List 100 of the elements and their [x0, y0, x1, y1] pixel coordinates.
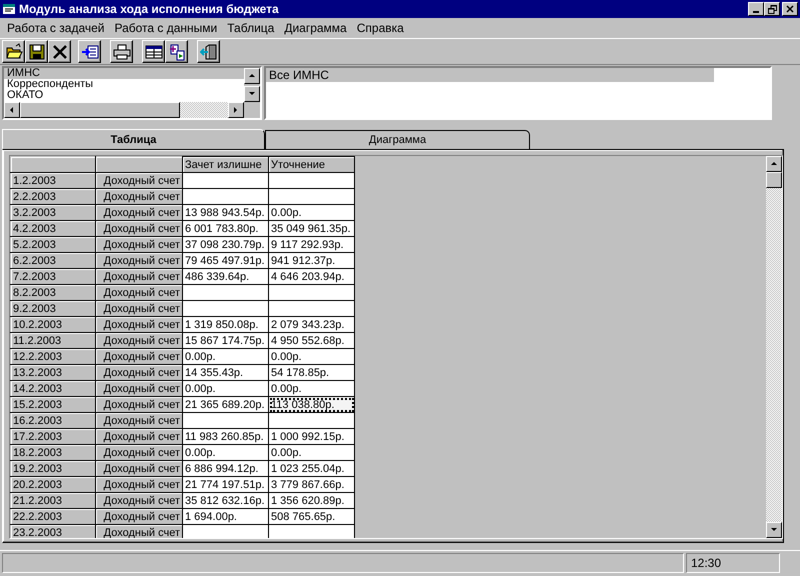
- list-item[interactable]: Корреспонденты: [4, 79, 244, 90]
- scroll-up-button[interactable]: [244, 68, 260, 84]
- row-header: Доходный счет: [96, 460, 182, 476]
- row-header: 1.2.2003: [10, 172, 96, 188]
- table-cell[interactable]: 4 950 552.68р.: [268, 332, 354, 348]
- table-cell[interactable]: 79 465 497.91р.: [182, 252, 268, 268]
- row-header: 21.2.2003: [10, 492, 96, 508]
- print-icon: [112, 42, 130, 60]
- table-cell[interactable]: 21 774 197.51р.: [182, 476, 268, 492]
- minimize-button[interactable]: [748, 2, 764, 16]
- row-header: Доходный счет: [96, 332, 182, 348]
- table-cell[interactable]: 1 000 992.15р.: [268, 428, 354, 444]
- menu-item[interactable]: Работа с данными: [109, 21, 222, 35]
- table-cell[interactable]: 3 779 867.66р.: [268, 476, 354, 492]
- table-cell[interactable]: 1 356 620.89р.: [268, 492, 354, 508]
- table-cell[interactable]: 113 038.80р.: [268, 396, 354, 412]
- toolbar-button[interactable]: [197, 40, 220, 63]
- toolbar-button[interactable]: [78, 40, 101, 63]
- row-header: 14.2.2003: [10, 380, 96, 396]
- toolbar-button[interactable]: [2, 40, 25, 63]
- table-cell[interactable]: [182, 412, 268, 428]
- list-item[interactable]: ОКАТО: [4, 90, 244, 101]
- table-cell[interactable]: 35 812 632.16р.: [182, 492, 268, 508]
- table-cell[interactable]: [268, 188, 354, 204]
- table-cell[interactable]: 21 365 689.20р.: [182, 396, 268, 412]
- table-cell[interactable]: 13 988 943.54р.: [182, 204, 268, 220]
- table-cell[interactable]: 0.00р.: [182, 380, 268, 396]
- table-cell[interactable]: 37 098 230.79р.: [182, 236, 268, 252]
- scroll-thumb[interactable]: [20, 102, 180, 118]
- filter-list[interactable]: ИМНС Корреспонденты ОКАТО: [2, 66, 262, 120]
- table-cell[interactable]: 4 646 203.94р.: [268, 268, 354, 284]
- down-arrow-icon: [770, 526, 778, 534]
- value-list[interactable]: Все ИМНС: [264, 66, 772, 120]
- list-item[interactable]: ИМНС: [4, 68, 244, 79]
- table-cell[interactable]: 0.00р.: [268, 348, 354, 364]
- table-cell[interactable]: [268, 412, 354, 428]
- row-header: Доходный счет: [96, 172, 182, 188]
- restore-button[interactable]: [764, 2, 780, 16]
- row-header: 6.2.2003: [10, 252, 96, 268]
- table-cell[interactable]: [182, 188, 268, 204]
- table-cell[interactable]: 9 117 292.93р.: [268, 236, 354, 252]
- table-cell[interactable]: [268, 524, 354, 538]
- scroll-down-button[interactable]: [766, 522, 782, 538]
- table-cell[interactable]: 54 178.85р.: [268, 364, 354, 380]
- list-item[interactable]: Все ИМНС: [266, 68, 714, 82]
- scroll-thumb[interactable]: [766, 172, 782, 188]
- scroll-right-button[interactable]: [228, 102, 244, 118]
- row-header: Доходный счет: [96, 476, 182, 492]
- table-cell[interactable]: [268, 300, 354, 316]
- save-icon: [28, 42, 46, 60]
- table-cell[interactable]: 508 765.65р.: [268, 508, 354, 524]
- close-button[interactable]: [782, 2, 798, 16]
- table-cell[interactable]: [182, 172, 268, 188]
- table-cell[interactable]: 35 049 961.35р.: [268, 220, 354, 236]
- table-cell[interactable]: 15 867 174.75р.: [182, 332, 268, 348]
- row-header: 8.2.2003: [10, 284, 96, 300]
- table-cell[interactable]: 1 023 255.04р.: [268, 460, 354, 476]
- row-header: Доходный счет: [96, 268, 182, 284]
- table-cell[interactable]: 0.00р.: [182, 444, 268, 460]
- table-cell[interactable]: 941 912.37р.: [268, 252, 354, 268]
- row-header: Доходный счет: [96, 396, 182, 412]
- toolbar-button[interactable]: [48, 40, 71, 63]
- table-cell[interactable]: [182, 284, 268, 300]
- table-cell[interactable]: 0.00р.: [268, 444, 354, 460]
- tab[interactable]: Таблица: [2, 129, 265, 149]
- row-header: Доходный счет: [96, 492, 182, 508]
- row-header: 10.2.2003: [10, 316, 96, 332]
- tab[interactable]: Диаграмма: [265, 130, 530, 149]
- table-cell[interactable]: 6 001 783.80р.: [182, 220, 268, 236]
- table-cell[interactable]: 1 694.00р.: [182, 508, 268, 524]
- table-cell[interactable]: 6 886 994.12р.: [182, 460, 268, 476]
- table-cell[interactable]: [268, 172, 354, 188]
- scroll-left-button[interactable]: [4, 102, 20, 118]
- scroll-up-button[interactable]: [766, 156, 782, 172]
- row-header: 17.2.2003: [10, 428, 96, 444]
- toolbar-button[interactable]: [25, 40, 48, 63]
- menu-item[interactable]: Диаграмма: [279, 21, 352, 35]
- row-header: Доходный счет: [96, 348, 182, 364]
- table-cell[interactable]: 11 983 260.85р.: [182, 428, 268, 444]
- table-cell[interactable]: 0.00р.: [268, 380, 354, 396]
- table-cell[interactable]: [182, 300, 268, 316]
- table-cell[interactable]: 0.00р.: [182, 348, 268, 364]
- menu-item[interactable]: Справка: [352, 21, 409, 35]
- menu-item[interactable]: Таблица: [222, 21, 280, 35]
- menu-item[interactable]: Работа с задачей: [2, 21, 110, 35]
- delete-icon: [50, 42, 68, 60]
- table-cell[interactable]: 14 355.43р.: [182, 364, 268, 380]
- exit-icon: [200, 42, 218, 60]
- toolbar-button[interactable]: [110, 40, 133, 63]
- table-cell[interactable]: 1 319 850.08р.: [182, 316, 268, 332]
- scroll-down-button[interactable]: [244, 86, 260, 102]
- table-cell[interactable]: 2 079 343.23р.: [268, 316, 354, 332]
- toolbar-button[interactable]: [142, 40, 165, 63]
- table-cell[interactable]: [268, 284, 354, 300]
- column-header[interactable]: Уточнение: [268, 156, 354, 172]
- table-cell[interactable]: 486 339.64р.: [182, 268, 268, 284]
- table-cell[interactable]: 0.00р.: [268, 204, 354, 220]
- column-header[interactable]: Зачет излишне: [182, 156, 268, 172]
- table-cell[interactable]: [182, 524, 268, 538]
- toolbar-button[interactable]: [165, 40, 188, 63]
